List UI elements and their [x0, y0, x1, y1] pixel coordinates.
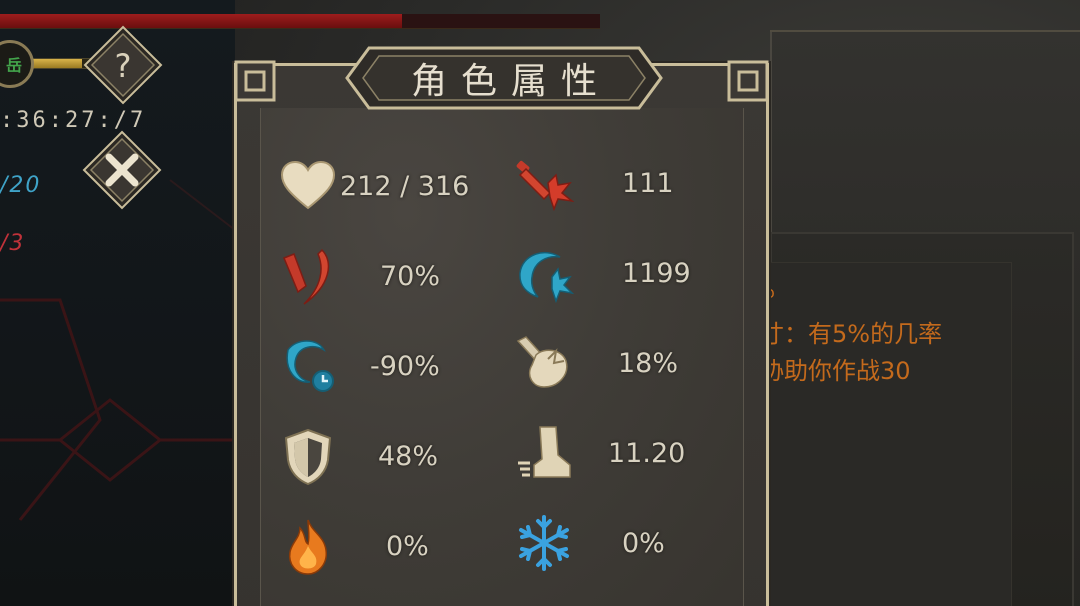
stat-value: 18%: [618, 347, 679, 379]
game-screen: 岳 :36:27:/7 /20 /3 ? o 寸：有5%的几率 协助你作战30: [0, 0, 1080, 606]
corner-ornament-icon: [234, 60, 276, 102]
stat-move-speed: 11.20: [514, 423, 744, 483]
panel-title-plaque: 角色属性: [339, 40, 669, 116]
health-bar-fill: [0, 14, 402, 28]
crit-damage-icon: [519, 252, 574, 303]
stat-value: 212 / 316: [340, 170, 470, 202]
character-attributes-panel: 角色属性 212 / 316 111 70% 1199 -90% 18% 48%…: [234, 46, 769, 606]
crit-chance-icon: [283, 248, 330, 305]
stat-value: 0%: [622, 527, 665, 559]
attack-icon: [516, 160, 574, 212]
stat-value: 111: [622, 167, 674, 199]
experience-bar-fill: [26, 59, 82, 68]
heart-icon: [280, 160, 336, 210]
boot-speed-icon: [518, 426, 571, 478]
stat-armor: 48%: [278, 426, 508, 486]
red-counter: /3: [0, 231, 26, 256]
stat-lifesteal: 18%: [514, 333, 744, 393]
corner-ornament-icon: [727, 60, 769, 102]
item-panel-frame: [770, 30, 1080, 52]
close-button[interactable]: [82, 130, 162, 210]
stat-crit-chance: 70%: [278, 246, 508, 306]
stat-value: 11.20: [608, 437, 686, 469]
description-line: 协助你作战30: [760, 357, 911, 385]
stat-crit-damage: 1199: [514, 243, 744, 303]
svg-text:?: ?: [115, 47, 132, 85]
stat-value: 0%: [386, 530, 429, 562]
description-line: 寸：有5%的几率: [760, 320, 943, 348]
stat-value: -90%: [370, 350, 440, 382]
lifesteal-icon: [516, 336, 568, 388]
level-text: 岳: [5, 56, 22, 75]
stat-health: 212 / 316: [278, 156, 508, 216]
cooldown-icon: [286, 340, 334, 392]
stat-value: 1199: [622, 257, 691, 289]
stat-value: 48%: [378, 440, 439, 472]
fire-icon: [288, 519, 327, 575]
shield-icon: [284, 428, 332, 486]
question-icon: ?: [83, 25, 163, 105]
blue-counter: /20: [0, 173, 42, 198]
stat-value: 70%: [380, 260, 441, 292]
stat-attack: 111: [514, 153, 744, 213]
stat-cooldown: -90%: [278, 336, 508, 396]
panel-title: 角色属性: [410, 61, 611, 102]
snowflake-icon: [519, 515, 569, 571]
stat-ice: 0%: [514, 513, 744, 573]
stat-fire: 0%: [278, 516, 508, 576]
help-button[interactable]: ?: [83, 25, 163, 105]
close-x-icon: [82, 130, 162, 210]
